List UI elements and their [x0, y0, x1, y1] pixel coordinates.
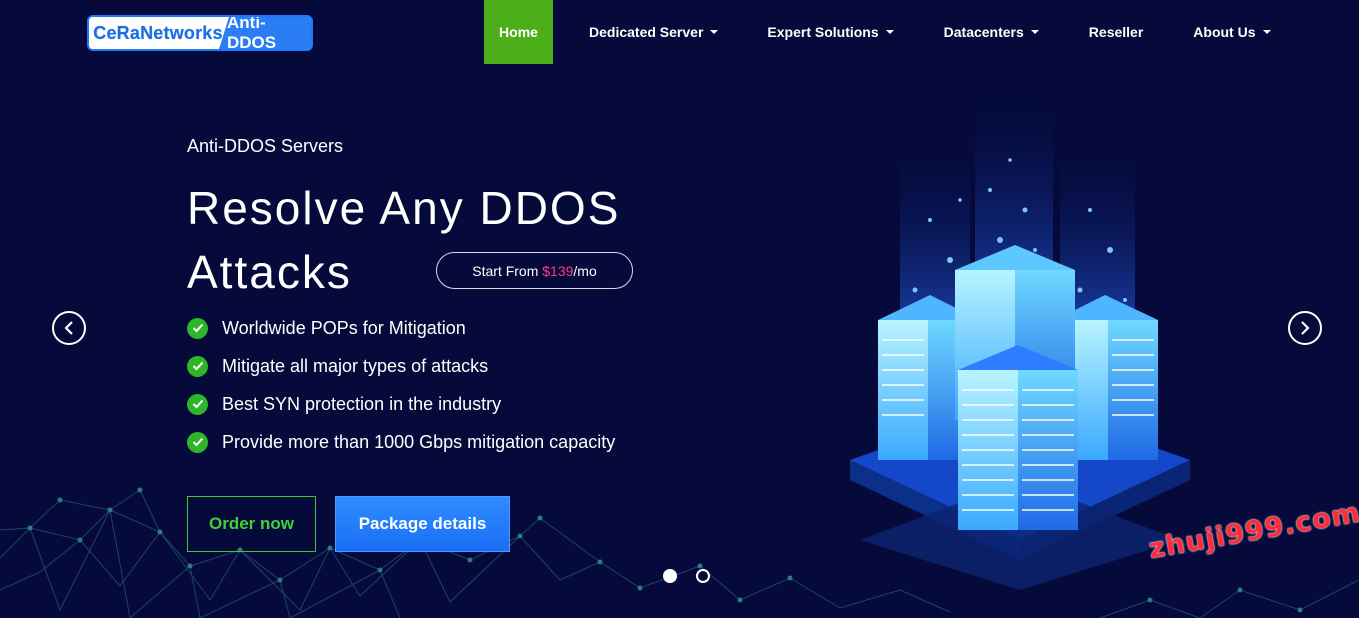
page: CeRaNetworks Anti-DDOS Home Dedicated Se…	[0, 0, 1359, 618]
chevron-down-icon	[710, 30, 719, 34]
hero-eyebrow: Anti-DDOS Servers	[187, 136, 344, 156]
logo-text-secondary: Anti-DDOS	[219, 17, 311, 49]
feature-text: Mitigate all major types of attacks	[222, 355, 489, 376]
main-navigation: Home Dedicated Server Expert Solutions D…	[484, 0, 1287, 64]
chevron-down-icon	[885, 30, 894, 34]
nav-item-about-us[interactable]: About Us	[1177, 0, 1286, 64]
brand-logo[interactable]: CeRaNetworks Anti-DDOS	[87, 15, 313, 51]
list-item: Provide more than 1000 Gbps mitigation c…	[187, 423, 615, 461]
check-icon	[187, 317, 208, 339]
list-item: Worldwide POPs for Mitigation	[187, 309, 615, 347]
feature-text: Worldwide POPs for Mitigation	[222, 317, 466, 338]
logo-text-primary: CeRaNetworks	[89, 17, 227, 49]
chevron-left-icon	[64, 321, 73, 335]
nav-label: Dedicated Server	[589, 24, 704, 40]
nav-item-home[interactable]: Home	[484, 0, 553, 64]
chevron-right-icon	[1301, 321, 1310, 335]
nav-label: Expert Solutions	[767, 24, 879, 40]
check-icon	[187, 431, 208, 453]
price-prefix: Start From	[472, 262, 543, 279]
check-icon	[187, 355, 208, 377]
carousel-next-button[interactable]	[1288, 311, 1322, 345]
chevron-down-icon	[1262, 30, 1271, 34]
feature-text: Provide more than 1000 Gbps mitigation c…	[222, 431, 616, 452]
carousel-dot-1[interactable]	[663, 569, 677, 583]
order-now-button[interactable]: Order now	[187, 496, 316, 552]
nav-item-reseller[interactable]: Reseller	[1073, 0, 1159, 64]
feature-text: Best SYN protection in the industry	[222, 393, 502, 414]
chevron-down-icon	[1030, 30, 1039, 34]
nav-label: Reseller	[1088, 24, 1144, 40]
price-amount: $139	[542, 262, 574, 279]
carousel-prev-button[interactable]	[52, 311, 86, 345]
carousel-dot-2[interactable]	[696, 569, 710, 583]
list-item: Mitigate all major types of attacks	[187, 347, 615, 385]
price-suffix: /mo	[573, 262, 597, 279]
nav-label: About Us	[1193, 24, 1256, 40]
price-badge: Start From $139/mo	[436, 252, 633, 289]
check-icon	[187, 393, 208, 415]
list-item: Best SYN protection in the industry	[187, 385, 615, 423]
package-details-button[interactable]: Package details	[335, 496, 510, 552]
nav-item-datacenters[interactable]: Datacenters	[928, 0, 1055, 64]
feature-list: Worldwide POPs for Mitigation Mitigate a…	[187, 309, 615, 461]
nav-label: Home	[499, 24, 538, 40]
nav-item-expert-solutions[interactable]: Expert Solutions	[751, 0, 909, 64]
datacenter-illustration	[850, 100, 1190, 590]
carousel-indicators	[663, 569, 710, 583]
nav-item-dedicated-server[interactable]: Dedicated Server	[573, 0, 734, 64]
nav-label: Datacenters	[943, 24, 1024, 40]
